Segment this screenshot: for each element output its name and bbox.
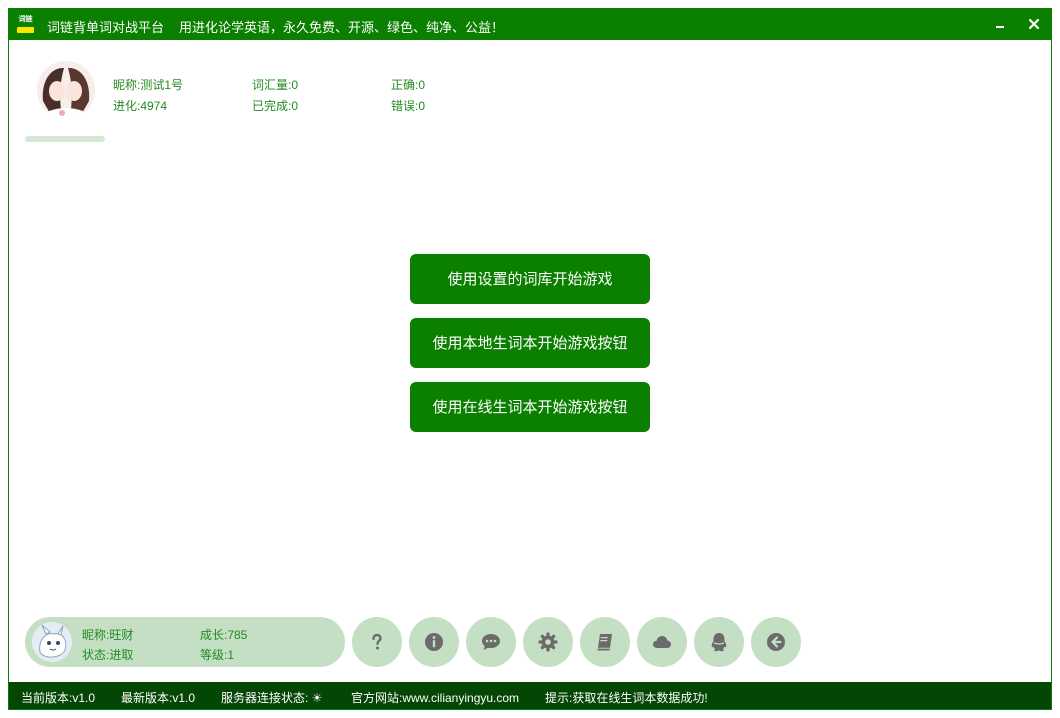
start-with-local-wordbook-button[interactable]: 使用本地生词本开始游戏按钮 bbox=[410, 318, 650, 368]
close-button[interactable] bbox=[1023, 13, 1045, 35]
pet-avatar[interactable] bbox=[32, 622, 72, 662]
official-website-link[interactable]: 官方网站:www.cilianyingyu.com bbox=[351, 689, 519, 706]
pet-panel[interactable]: 昵称:旺财 状态:进取 成长:785 等级:1 bbox=[25, 617, 345, 667]
start-with-online-wordbook-button[interactable]: 使用在线生词本开始游戏按钮 bbox=[410, 382, 650, 432]
app-logo-text: 词链 bbox=[18, 16, 33, 23]
cloud-icon bbox=[653, 636, 671, 648]
user-evolution: 进化:4974 bbox=[113, 99, 168, 113]
chat-icon bbox=[482, 634, 500, 650]
info-icon bbox=[425, 633, 443, 651]
user-avatar-image bbox=[37, 61, 95, 119]
close-icon bbox=[1028, 18, 1040, 30]
about-button[interactable] bbox=[409, 617, 459, 667]
start-with-settings-button[interactable]: 使用设置的词库开始游戏 bbox=[410, 254, 650, 304]
question-icon bbox=[372, 633, 382, 650]
app-logo-bar bbox=[17, 27, 34, 33]
back-button[interactable] bbox=[751, 617, 801, 667]
latest-version: 最新版本:v1.0 bbox=[121, 691, 196, 705]
wordbook-button[interactable] bbox=[580, 617, 630, 667]
current-version: 当前版本:v1.0 bbox=[21, 691, 96, 705]
server-connection-status: 服务器连接状态: ☀ bbox=[221, 691, 323, 705]
user-correct: 正确:0 bbox=[391, 78, 426, 92]
qq-button[interactable] bbox=[694, 617, 744, 667]
book-icon bbox=[597, 634, 612, 651]
user-nickname: 昵称:测试1号 bbox=[113, 78, 184, 92]
title-bar[interactable]: 词链 词链背单词对战平台 用进化论学英语，永久免费、开源、绿色、纯净、公益！ bbox=[9, 9, 1051, 40]
app-logo: 词链 bbox=[15, 14, 36, 35]
pet-avatar-image bbox=[32, 622, 72, 662]
chat-button[interactable] bbox=[466, 617, 516, 667]
pet-status: 状态:进取 bbox=[82, 648, 134, 662]
user-vocabulary: 词汇量:0 bbox=[252, 78, 299, 92]
user-wrong: 错误:0 bbox=[391, 99, 426, 113]
gear-icon bbox=[538, 632, 558, 652]
help-button[interactable] bbox=[352, 617, 402, 667]
app-slogan: 用进化论学英语，永久免费、开源、绿色、纯净、公益！ bbox=[179, 20, 505, 35]
evolution-progress-bar bbox=[25, 136, 105, 142]
user-avatar[interactable] bbox=[37, 61, 95, 119]
pet-growth: 成长:785 bbox=[200, 628, 248, 642]
settings-button[interactable] bbox=[523, 617, 573, 667]
app-window: 词链 词链背单词对战平台 用进化论学英语，永久免费、开源、绿色、纯净、公益！ 昵… bbox=[8, 8, 1052, 710]
pet-nickname: 昵称:旺财 bbox=[82, 628, 134, 642]
window-title: 词链背单词对战平台 bbox=[47, 20, 165, 35]
cloud-sync-button[interactable] bbox=[637, 617, 687, 667]
qq-icon bbox=[711, 633, 727, 652]
status-bar: 当前版本:v1.0 最新版本:v1.0 服务器连接状态: ☀ 官方网站:www.… bbox=[9, 682, 1051, 709]
pet-level: 等级:1 bbox=[200, 648, 235, 662]
minimize-button[interactable] bbox=[989, 13, 1011, 35]
user-completed: 已完成:0 bbox=[252, 99, 299, 113]
back-arrow-icon bbox=[767, 633, 785, 651]
status-tip: 提示:获取在线生词本数据成功! bbox=[545, 691, 708, 705]
